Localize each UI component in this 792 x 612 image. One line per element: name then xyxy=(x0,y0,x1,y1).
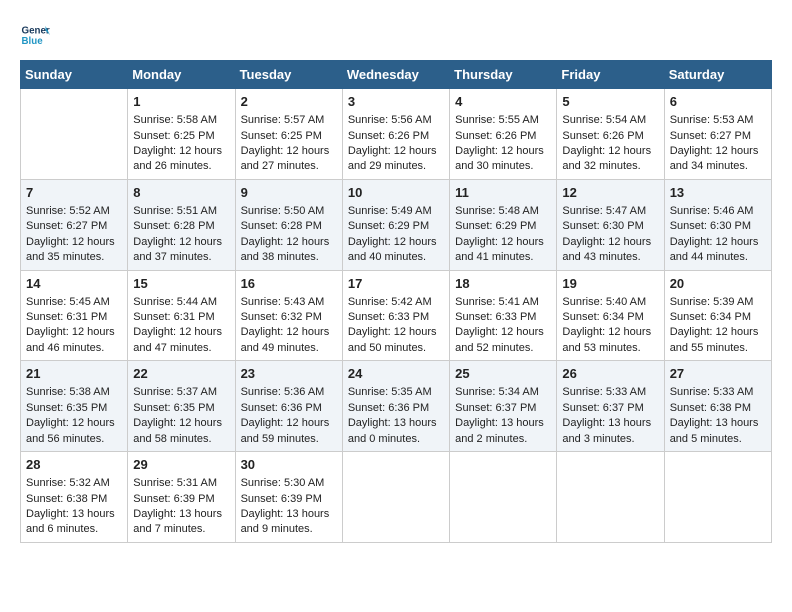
day-number: 2 xyxy=(241,93,337,111)
calendar-cell: 5Sunrise: 5:54 AMSunset: 6:26 PMDaylight… xyxy=(557,89,664,180)
day-number: 7 xyxy=(26,184,122,202)
calendar-cell: 24Sunrise: 5:35 AMSunset: 6:36 PMDayligh… xyxy=(342,361,449,452)
calendar-cell: 6Sunrise: 5:53 AMSunset: 6:27 PMDaylight… xyxy=(664,89,771,180)
calendar-cell: 13Sunrise: 5:46 AMSunset: 6:30 PMDayligh… xyxy=(664,179,771,270)
calendar-cell: 21Sunrise: 5:38 AMSunset: 6:35 PMDayligh… xyxy=(21,361,128,452)
calendar-cell: 26Sunrise: 5:33 AMSunset: 6:37 PMDayligh… xyxy=(557,361,664,452)
day-number: 12 xyxy=(562,184,658,202)
calendar-cell: 20Sunrise: 5:39 AMSunset: 6:34 PMDayligh… xyxy=(664,270,771,361)
day-number: 17 xyxy=(348,275,444,293)
day-number: 8 xyxy=(133,184,229,202)
calendar-cell xyxy=(557,452,664,543)
day-number: 23 xyxy=(241,365,337,383)
day-number: 22 xyxy=(133,365,229,383)
column-header-monday: Monday xyxy=(128,61,235,89)
day-number: 24 xyxy=(348,365,444,383)
calendar-cell: 7Sunrise: 5:52 AMSunset: 6:27 PMDaylight… xyxy=(21,179,128,270)
calendar-cell: 12Sunrise: 5:47 AMSunset: 6:30 PMDayligh… xyxy=(557,179,664,270)
calendar-cell: 22Sunrise: 5:37 AMSunset: 6:35 PMDayligh… xyxy=(128,361,235,452)
calendar-cell: 4Sunrise: 5:55 AMSunset: 6:26 PMDaylight… xyxy=(450,89,557,180)
week-row-3: 14Sunrise: 5:45 AMSunset: 6:31 PMDayligh… xyxy=(21,270,772,361)
calendar-cell: 15Sunrise: 5:44 AMSunset: 6:31 PMDayligh… xyxy=(128,270,235,361)
day-number: 26 xyxy=(562,365,658,383)
calendar-cell: 9Sunrise: 5:50 AMSunset: 6:28 PMDaylight… xyxy=(235,179,342,270)
calendar-cell: 28Sunrise: 5:32 AMSunset: 6:38 PMDayligh… xyxy=(21,452,128,543)
day-number: 6 xyxy=(670,93,766,111)
day-number: 4 xyxy=(455,93,551,111)
calendar-cell xyxy=(664,452,771,543)
day-number: 27 xyxy=(670,365,766,383)
day-number: 25 xyxy=(455,365,551,383)
column-header-friday: Friday xyxy=(557,61,664,89)
day-number: 11 xyxy=(455,184,551,202)
calendar-cell: 14Sunrise: 5:45 AMSunset: 6:31 PMDayligh… xyxy=(21,270,128,361)
column-header-thursday: Thursday xyxy=(450,61,557,89)
week-row-1: 1Sunrise: 5:58 AMSunset: 6:25 PMDaylight… xyxy=(21,89,772,180)
week-row-4: 21Sunrise: 5:38 AMSunset: 6:35 PMDayligh… xyxy=(21,361,772,452)
header-row: SundayMondayTuesdayWednesdayThursdayFrid… xyxy=(21,61,772,89)
day-number: 14 xyxy=(26,275,122,293)
logo-icon: General Blue xyxy=(20,20,50,50)
day-number: 28 xyxy=(26,456,122,474)
calendar-table: SundayMondayTuesdayWednesdayThursdayFrid… xyxy=(20,60,772,543)
day-number: 5 xyxy=(562,93,658,111)
day-number: 19 xyxy=(562,275,658,293)
column-header-tuesday: Tuesday xyxy=(235,61,342,89)
calendar-cell: 16Sunrise: 5:43 AMSunset: 6:32 PMDayligh… xyxy=(235,270,342,361)
calendar-cell: 3Sunrise: 5:56 AMSunset: 6:26 PMDaylight… xyxy=(342,89,449,180)
week-row-5: 28Sunrise: 5:32 AMSunset: 6:38 PMDayligh… xyxy=(21,452,772,543)
calendar-cell: 30Sunrise: 5:30 AMSunset: 6:39 PMDayligh… xyxy=(235,452,342,543)
calendar-cell xyxy=(342,452,449,543)
svg-text:Blue: Blue xyxy=(22,36,44,47)
day-number: 29 xyxy=(133,456,229,474)
calendar-cell: 10Sunrise: 5:49 AMSunset: 6:29 PMDayligh… xyxy=(342,179,449,270)
calendar-cell: 1Sunrise: 5:58 AMSunset: 6:25 PMDaylight… xyxy=(128,89,235,180)
day-number: 30 xyxy=(241,456,337,474)
day-number: 20 xyxy=(670,275,766,293)
page-header: General Blue xyxy=(20,20,772,50)
day-number: 3 xyxy=(348,93,444,111)
calendar-cell: 18Sunrise: 5:41 AMSunset: 6:33 PMDayligh… xyxy=(450,270,557,361)
day-number: 18 xyxy=(455,275,551,293)
calendar-cell: 17Sunrise: 5:42 AMSunset: 6:33 PMDayligh… xyxy=(342,270,449,361)
calendar-cell xyxy=(21,89,128,180)
calendar-cell: 2Sunrise: 5:57 AMSunset: 6:25 PMDaylight… xyxy=(235,89,342,180)
calendar-cell: 23Sunrise: 5:36 AMSunset: 6:36 PMDayligh… xyxy=(235,361,342,452)
week-row-2: 7Sunrise: 5:52 AMSunset: 6:27 PMDaylight… xyxy=(21,179,772,270)
day-number: 9 xyxy=(241,184,337,202)
calendar-cell: 8Sunrise: 5:51 AMSunset: 6:28 PMDaylight… xyxy=(128,179,235,270)
calendar-cell: 11Sunrise: 5:48 AMSunset: 6:29 PMDayligh… xyxy=(450,179,557,270)
column-header-sunday: Sunday xyxy=(21,61,128,89)
logo: General Blue xyxy=(20,20,56,50)
column-header-wednesday: Wednesday xyxy=(342,61,449,89)
day-number: 13 xyxy=(670,184,766,202)
calendar-cell: 19Sunrise: 5:40 AMSunset: 6:34 PMDayligh… xyxy=(557,270,664,361)
calendar-cell: 27Sunrise: 5:33 AMSunset: 6:38 PMDayligh… xyxy=(664,361,771,452)
day-number: 10 xyxy=(348,184,444,202)
day-number: 1 xyxy=(133,93,229,111)
column-header-saturday: Saturday xyxy=(664,61,771,89)
day-number: 16 xyxy=(241,275,337,293)
calendar-cell: 25Sunrise: 5:34 AMSunset: 6:37 PMDayligh… xyxy=(450,361,557,452)
day-number: 15 xyxy=(133,275,229,293)
calendar-cell: 29Sunrise: 5:31 AMSunset: 6:39 PMDayligh… xyxy=(128,452,235,543)
calendar-cell xyxy=(450,452,557,543)
day-number: 21 xyxy=(26,365,122,383)
